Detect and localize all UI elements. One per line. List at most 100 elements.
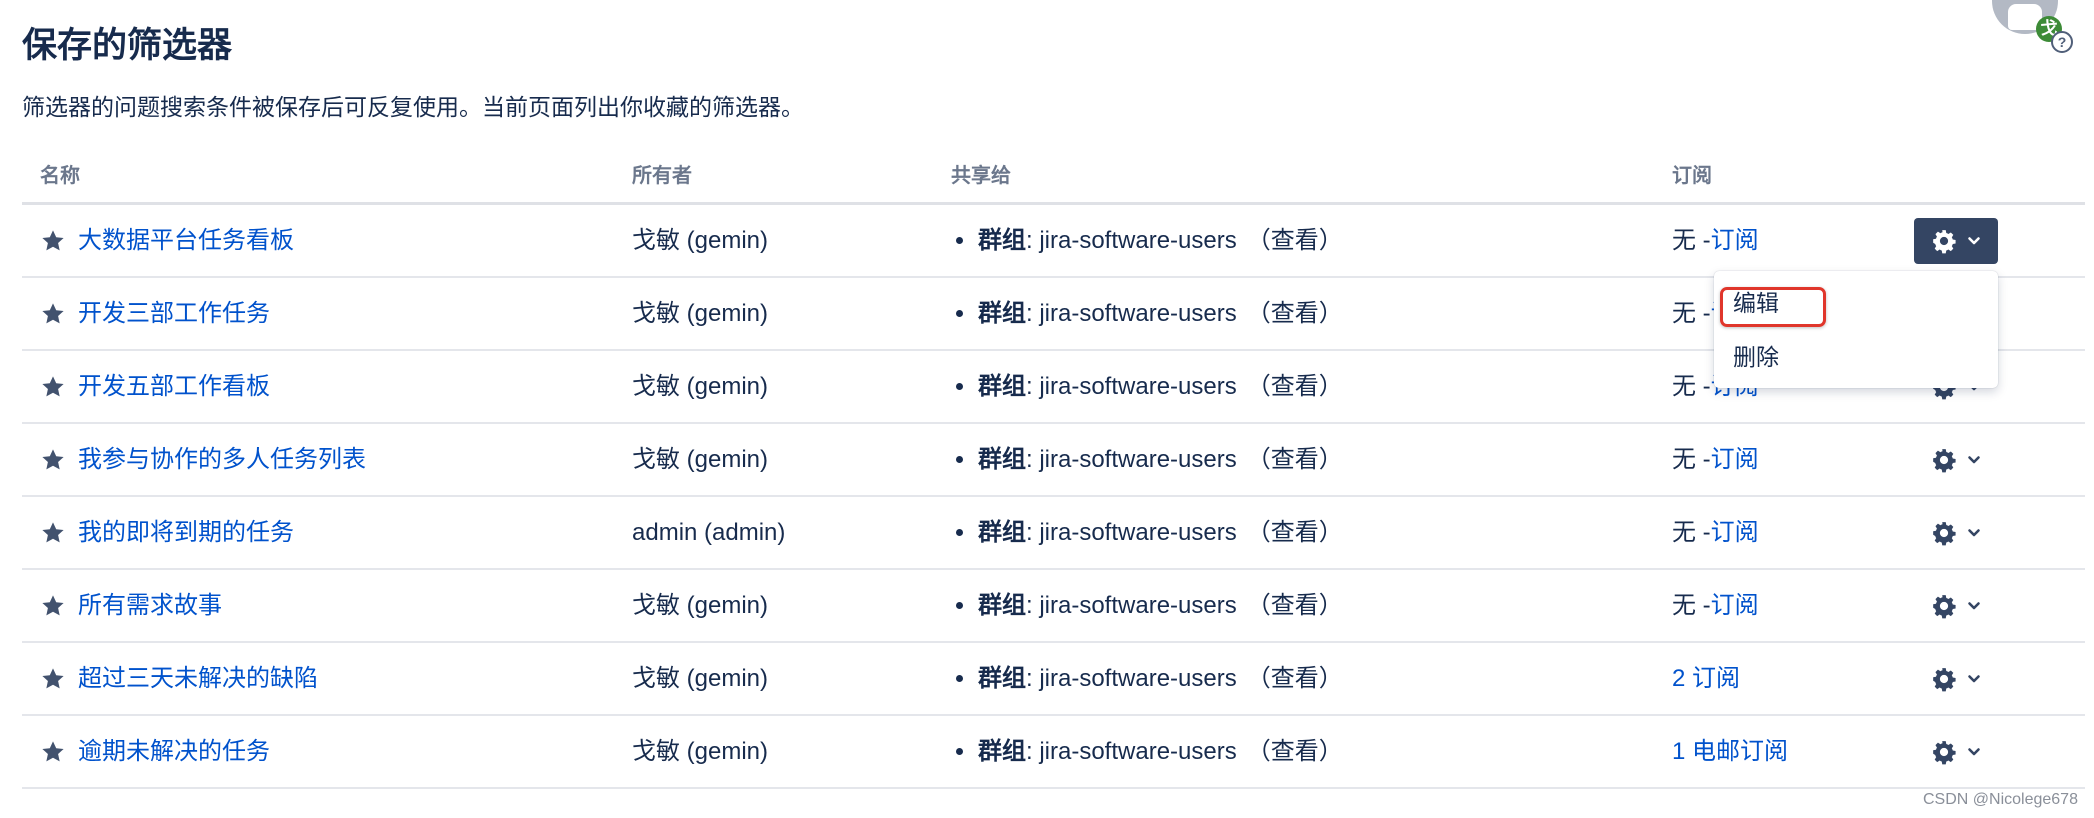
filter-name-cell: 大数据平台任务看板 [40, 205, 294, 276]
table-row: 超过三天未解决的缺陷 戈敏 (gemin) 群组 : jira-software… [22, 643, 2085, 716]
filter-owner: 戈敏 (gemin) [632, 445, 769, 473]
subscribe-link[interactable]: 2 订阅 [1672, 664, 1740, 694]
subscription-status: 无 - [1672, 226, 1711, 254]
share-target: : jira-software-users [1026, 372, 1237, 400]
share-target: : jira-software-users [1026, 518, 1237, 546]
subscribe-link[interactable]: 订阅 [1711, 591, 1759, 621]
filter-name-link[interactable]: 所有需求故事 [78, 591, 222, 621]
share-target: : jira-software-users [1026, 664, 1237, 692]
chevron-down-icon [1968, 455, 1980, 463]
bullet-icon [956, 529, 963, 536]
share-type-label: 群组 [978, 737, 1026, 765]
filter-owner: admin (admin) [632, 518, 786, 546]
filter-name-cell: 超过三天未解决的缺陷 [40, 643, 318, 714]
star-icon[interactable] [40, 593, 66, 619]
share-permission: （查看） [1246, 299, 1343, 327]
star-icon[interactable] [40, 666, 66, 692]
share-permission: （查看） [1246, 445, 1343, 473]
filter-actions-button[interactable] [1914, 217, 1998, 264]
gear-icon [1933, 448, 1956, 472]
filter-name-link[interactable]: 超过三天未解决的缺陷 [78, 664, 318, 694]
star-icon[interactable] [40, 301, 66, 327]
filter-actions-cell [1914, 497, 1998, 568]
table-row: 逾期未解决的任务 戈敏 (gemin) 群组 : jira-software-u… [22, 716, 2085, 789]
filter-name-link[interactable]: 开发三部工作任务 [78, 299, 270, 329]
share-type-label: 群组 [978, 372, 1026, 400]
subscription-status: 无 - [1672, 445, 1711, 473]
filter-owner: 戈敏 (gemin) [632, 372, 769, 400]
filter-subscriptions: 无 - 订阅 [1672, 570, 1759, 641]
table-row: 所有需求故事 戈敏 (gemin) 群组 : jira-software-use… [22, 570, 2085, 643]
table-row: 我的即将到期的任务 admin (admin) 群组 : jira-softwa… [22, 497, 2085, 570]
filter-actions-cell [1914, 205, 1998, 276]
table-header: 名称 所有者 共享给 订阅 [22, 155, 2085, 205]
filter-owner: 戈敏 (gemin) [632, 226, 769, 254]
share-type-label: 群组 [978, 518, 1026, 546]
share-type-label: 群组 [978, 445, 1026, 473]
star-icon[interactable] [40, 228, 66, 254]
bullet-icon [956, 310, 963, 317]
column-header-subscriptions: 订阅 [1672, 165, 1712, 187]
filter-shared-with: 群组 : jira-software-users （查看） [956, 278, 1343, 349]
chevron-down-icon [1968, 601, 1980, 609]
share-permission: （查看） [1246, 664, 1343, 692]
filter-actions-cell [1914, 716, 1998, 787]
filter-shared-with: 群组 : jira-software-users （查看） [956, 424, 1343, 495]
subscribe-link[interactable]: 1 电邮订阅 [1672, 737, 1788, 767]
bullet-icon [956, 383, 963, 390]
filter-name-link[interactable]: 大数据平台任务看板 [78, 226, 294, 256]
share-permission: （查看） [1246, 591, 1343, 619]
subscription-status: 无 - [1672, 372, 1711, 400]
menu-item-delete[interactable]: 删除 [1733, 342, 1779, 372]
filter-subscriptions: 无 - 订阅 [1672, 497, 1759, 568]
star-icon[interactable] [40, 447, 66, 473]
table-row: 大数据平台任务看板 戈敏 (gemin) 群组 : jira-software-… [22, 205, 2085, 278]
filter-actions-button[interactable] [1914, 583, 1998, 629]
star-icon[interactable] [40, 520, 66, 546]
filter-name-cell: 开发三部工作任务 [40, 278, 270, 349]
share-type-label: 群组 [978, 591, 1026, 619]
filter-owner: 戈敏 (gemin) [632, 664, 769, 692]
filter-name-cell: 开发五部工作看板 [40, 351, 270, 422]
subscription-status: 无 - [1672, 299, 1711, 327]
filter-actions-button[interactable] [1914, 510, 1998, 556]
filter-name-link[interactable]: 我参与协作的多人任务列表 [78, 445, 366, 475]
filter-actions-cell [1914, 570, 1998, 641]
star-icon[interactable] [40, 739, 66, 765]
filter-name-link[interactable]: 开发五部工作看板 [78, 372, 270, 402]
subscribe-link[interactable]: 订阅 [1711, 226, 1759, 256]
share-permission: （查看） [1246, 737, 1343, 765]
bullet-icon [956, 237, 963, 244]
filter-shared-with: 群组 : jira-software-users （查看） [956, 497, 1343, 568]
filter-shared-with: 群组 : jira-software-users （查看） [956, 570, 1343, 641]
column-header-owner[interactable]: 所有者 [632, 163, 692, 189]
filter-name-link[interactable]: 我的即将到期的任务 [78, 518, 294, 548]
subscribe-link[interactable]: 订阅 [1711, 518, 1759, 548]
filter-actions-button[interactable] [1914, 656, 1998, 702]
filter-shared-with: 群组 : jira-software-users （查看） [956, 643, 1343, 714]
share-target: : jira-software-users [1026, 299, 1237, 327]
help-icon[interactable]: ? [2051, 31, 2073, 53]
watermark: CSDN @Nicolege678 [1923, 791, 2078, 808]
page-description: 筛选器的问题搜索条件被保存后可反复使用。当前页面列出你收藏的筛选器。 [22, 94, 804, 120]
gear-icon [1933, 740, 1956, 764]
share-type-label: 群组 [978, 299, 1026, 327]
gear-icon [1933, 667, 1956, 691]
filter-subscriptions: 1 电邮订阅 [1672, 716, 1788, 787]
filter-actions-button[interactable] [1914, 437, 1998, 483]
share-permission: （查看） [1246, 226, 1343, 254]
filter-owner: 戈敏 (gemin) [632, 737, 769, 765]
share-type-label: 群组 [978, 226, 1026, 254]
filter-name-link[interactable]: 逾期未解决的任务 [78, 737, 270, 767]
star-icon[interactable] [40, 374, 66, 400]
filter-actions-button[interactable] [1914, 729, 1998, 775]
chevron-down-icon [1968, 747, 1980, 755]
subscribe-link[interactable]: 订阅 [1711, 445, 1759, 475]
filter-owner: 戈敏 (gemin) [632, 591, 769, 619]
filter-subscriptions: 2 订阅 [1672, 643, 1740, 714]
menu-item-edit[interactable]: 编辑 [1733, 288, 1779, 318]
chevron-down-icon [1968, 528, 1980, 536]
column-header-name[interactable]: 名称 [40, 163, 80, 189]
filter-actions-cell [1914, 643, 1998, 714]
column-header-shared: 共享给 [951, 165, 1011, 187]
